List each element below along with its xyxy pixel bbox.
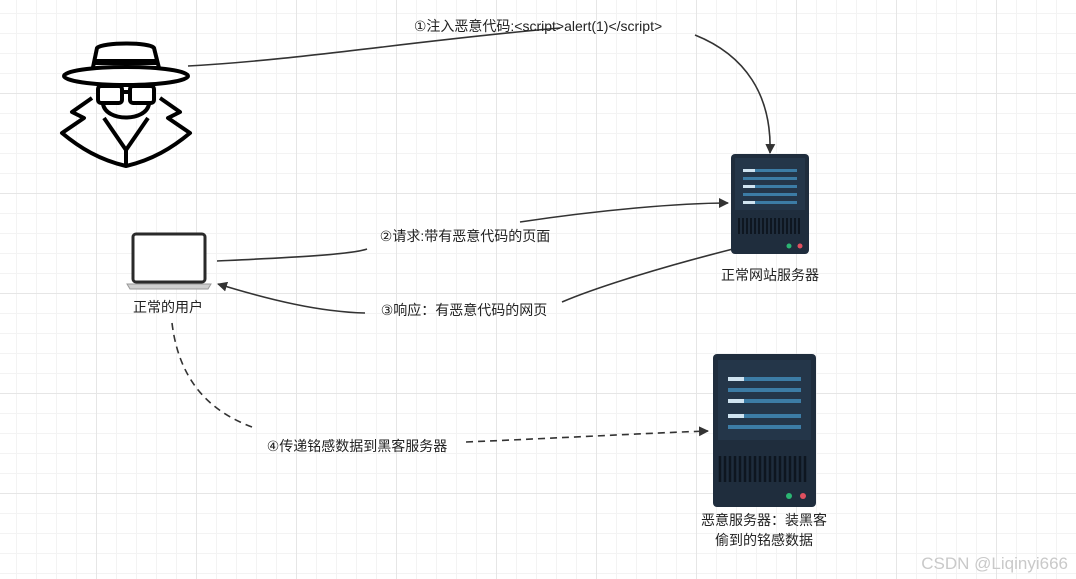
- malicious-server-label-line2: 偷到的铭感数据: [715, 532, 813, 548]
- watermark: CSDN @Liqinyi666: [921, 554, 1068, 573]
- xss-attack-diagram: ①注入恶意代码:<script>alert(1)</script> ②请求:带有…: [60, 18, 1068, 573]
- step2-label: ②请求:带有恶意代码的页面: [380, 228, 550, 244]
- user-label: 正常的用户: [133, 299, 203, 315]
- step3-label: ③响应：有恶意代码的网页: [381, 302, 548, 318]
- laptop-icon: [126, 232, 212, 290]
- hacker-icon: [60, 41, 192, 168]
- web-server-label: 正常网站服务器: [721, 267, 819, 283]
- step1-label: ①注入恶意代码:<script>alert(1)</script>: [414, 18, 662, 34]
- web-server-icon: [731, 154, 809, 254]
- step4-label: ④传递铭感数据到黑客服务器: [267, 438, 448, 454]
- malicious-server-icon: [713, 354, 816, 507]
- connector-inject: [187, 27, 770, 153]
- malicious-server-label-line1: 恶意服务器：装黑客: [701, 512, 827, 528]
- connector-exfiltrate: [171, 322, 708, 443]
